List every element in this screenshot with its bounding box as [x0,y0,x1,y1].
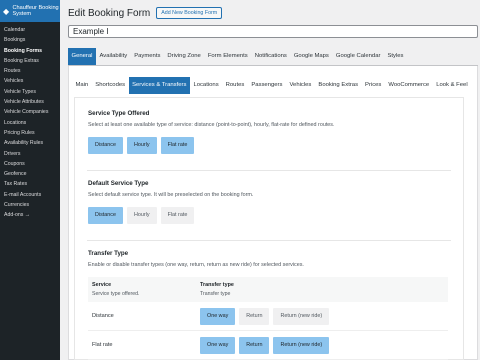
page-title: Edit Booking Form [68,7,151,19]
row-service-label: Flat rate [92,342,113,348]
flat-rate-return-button[interactable]: Return [239,337,270,354]
section-divider [87,170,451,171]
sidebar-item-bookings[interactable]: Bookings [0,35,60,45]
transfer-type-description: Enable or disable transfer types (one wa… [88,262,304,268]
service-type-offered-title: Service Type Offered [88,110,150,117]
sidebar-item-tax-rates[interactable]: Tax Rates [0,179,60,189]
services-transfers-content: Service Type Offered Select at least one… [74,97,464,360]
sidebar-item-drivers[interactable]: Drivers [0,149,60,159]
default-service-type-title: Default Service Type [88,180,149,187]
sidebar-app-name: Chauffeur Booking System [12,4,59,18]
sidebar-item-pricing-rules[interactable]: Pricing Rules [0,128,60,138]
default-service-type-section: Default Service Type Select default serv… [88,180,253,224]
header-service-subtitle: Service type offered. [92,291,140,297]
header-service: Service Service type offered. [92,282,139,297]
subtab-routes[interactable]: Routes [222,77,248,94]
main-tabs: General Availability Payments Driving Zo… [68,48,407,65]
sidebar-item-booking-extras[interactable]: Booking Extras [0,56,60,66]
header-service-title: Service [92,282,112,288]
header-transfer-type-title: Transfer type [200,282,234,288]
service-type-offered-section: Service Type Offered Select at least one… [88,110,335,154]
default-service-type-description: Select default service type. It will be … [88,192,254,198]
sidebar-item-booking-forms[interactable]: Booking Forms [0,46,60,56]
tab-availability[interactable]: Availability [96,48,131,65]
sidebar-item-add-ons[interactable]: Add-ons → [0,210,60,220]
sidebar-item-vehicles[interactable]: Vehicles [0,76,60,86]
subtab-shortcodes[interactable]: Shortcodes [92,77,129,94]
tab-driving-zone[interactable]: Driving Zone [164,48,204,65]
service-offered-hourly-button[interactable]: Hourly [126,137,157,154]
subtab-woocommerce[interactable]: WooCommerce [385,77,433,94]
tab-google-maps[interactable]: Google Maps [290,48,332,65]
subtab-services-transfers[interactable]: Services & Transfers [128,77,190,94]
sidebar-item-vehicle-types[interactable]: Vehicle Types [0,87,60,97]
car-icon: ◆ [3,6,10,16]
sidebar-item-vehicle-attributes[interactable]: Vehicle Attributes [0,97,60,107]
sidebar-app-header[interactable]: ◆ Chauffeur Booking System [0,0,60,22]
tab-google-calendar[interactable]: Google Calendar [332,48,384,65]
sidebar-item-email-accounts[interactable]: E-mail Accounts [0,190,60,200]
table-row: Flat rate One way Return Return (new rid… [88,331,448,360]
table-row: Distance One way Return Return (new ride… [88,302,448,331]
tab-notifications[interactable]: Notifications [251,48,290,65]
default-flat-rate-button[interactable]: Flat rate [160,207,195,224]
sidebar-item-currencies[interactable]: Currencies [0,200,60,210]
flat-rate-return-new-ride-button[interactable]: Return (new ride) [273,337,330,354]
add-new-booking-form-button[interactable]: Add New Booking Form [156,7,223,19]
service-offered-distance-button[interactable]: Distance [88,137,123,154]
service-type-offered-description: Select at least one available type of se… [88,122,335,128]
transfer-type-title: Transfer Type [88,250,129,257]
tab-general[interactable]: General [68,48,96,65]
subtab-locations[interactable]: Locations [190,77,222,94]
header-transfer-type-subtitle: Transfer type [200,291,231,297]
sidebar-item-locations[interactable]: Locations [0,118,60,128]
main-content: Edit Booking Form Add New Booking Form E… [60,0,480,360]
sub-tabs: Main Shortcodes Services & Transfers Loc… [72,77,471,94]
tab-form-elements[interactable]: Form Elements [204,48,251,65]
distance-one-way-button[interactable]: One way [200,308,236,325]
default-service-type-options: Distance Hourly Flat rate [88,207,253,224]
form-title-input[interactable]: Example I [68,25,478,38]
admin-sidebar: ◆ Chauffeur Booking System Calendar Book… [0,0,60,360]
flat-rate-one-way-button[interactable]: One way [200,337,236,354]
tab-styles[interactable]: Styles [384,48,407,65]
tab-payments[interactable]: Payments [131,48,164,65]
table-header: Service Service type offered. Transfer t… [88,277,448,302]
default-distance-button[interactable]: Distance [88,207,123,224]
sidebar-item-availability-rules[interactable]: Availability Rules [0,138,60,148]
row-transfer-options: One way Return Return (new ride) [200,308,333,325]
subtab-passengers[interactable]: Passengers [248,77,286,94]
row-transfer-options: One way Return Return (new ride) [200,337,333,354]
service-type-offered-options: Distance Hourly Flat rate [88,137,335,154]
default-hourly-button[interactable]: Hourly [126,207,157,224]
header-transfer-type: Transfer type Transfer type [200,282,234,297]
distance-return-button[interactable]: Return [239,308,270,325]
title-row: Edit Booking Form Add New Booking Form [68,7,223,19]
service-offered-flat-rate-button[interactable]: Flat rate [160,137,195,154]
sidebar-item-coupons[interactable]: Coupons [0,159,60,169]
transfer-type-table: Service Service type offered. Transfer t… [88,277,448,360]
subtab-look-and-feel[interactable]: Look & Feel [433,77,471,94]
distance-return-new-ride-button[interactable]: Return (new ride) [273,308,330,325]
transfer-type-section: Transfer Type Enable or disable transfer… [88,250,304,268]
row-service-label: Distance [92,313,114,319]
subtab-booking-extras[interactable]: Booking Extras [315,77,362,94]
sidebar-menu: Calendar Bookings Booking Forms Booking … [0,22,60,221]
subtab-main[interactable]: Main [72,77,92,94]
sidebar-item-calendar[interactable]: Calendar [0,25,60,35]
sidebar-item-geofence[interactable]: Geofence [0,169,60,179]
sidebar-item-vehicle-companies[interactable]: Vehicle Companies [0,107,60,117]
subtab-prices[interactable]: Prices [362,77,385,94]
sidebar-item-routes[interactable]: Routes [0,66,60,76]
subtab-vehicles[interactable]: Vehicles [286,77,315,94]
section-divider [87,240,451,241]
